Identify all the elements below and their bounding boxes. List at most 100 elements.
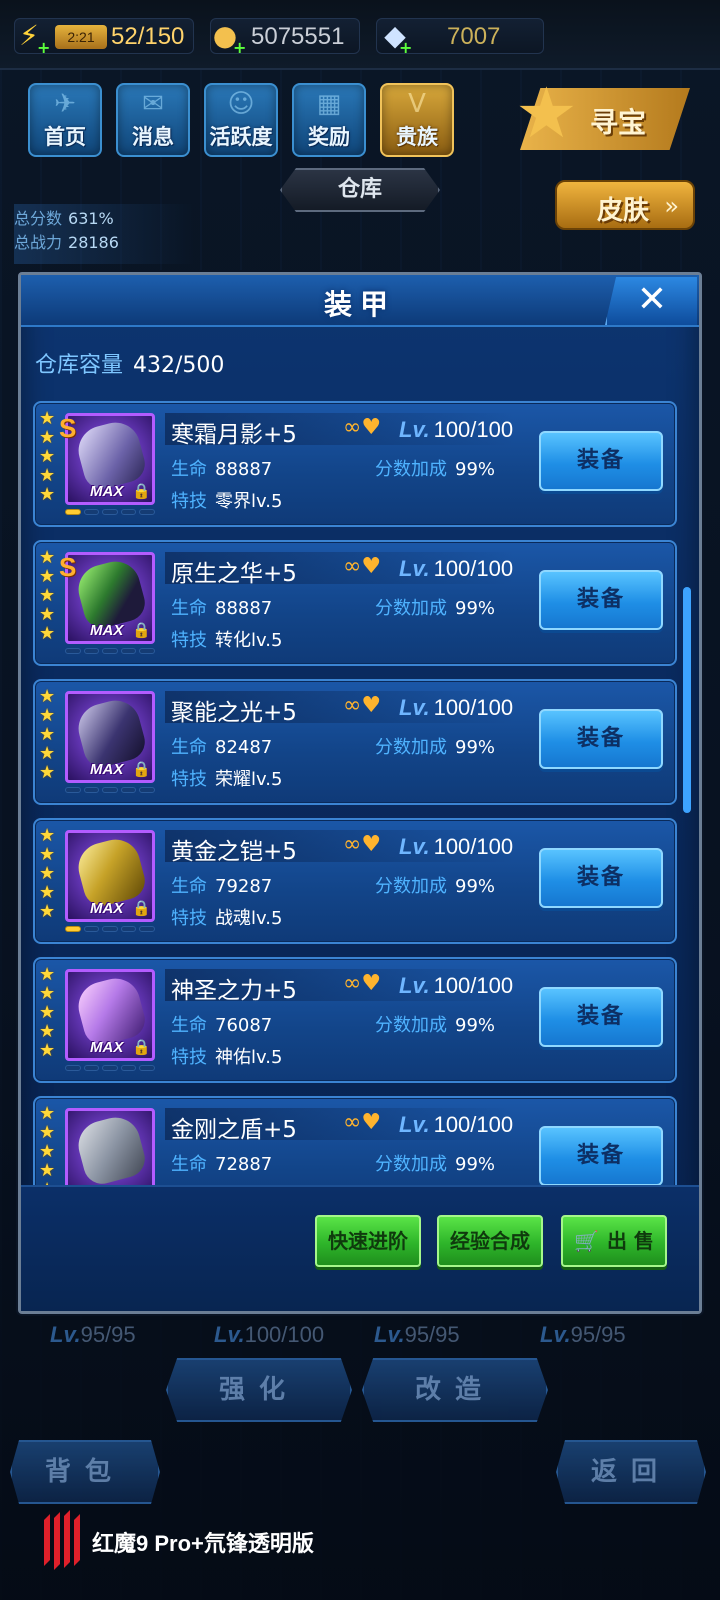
star-rating: ★★★★★: [39, 687, 61, 782]
resource-bar: ⚡ + 2:21 52/150 ● + 5075551 ◆ + 7007: [0, 0, 720, 70]
hp-row: 生命 88887: [171, 455, 272, 481]
star-icon: ★: [39, 743, 56, 764]
chevron-right-icon: »: [664, 192, 679, 220]
plus-icon[interactable]: +: [399, 40, 413, 56]
hp-label: 生命: [171, 459, 207, 480]
warehouse-capacity: 仓库容量 432/500: [35, 347, 224, 379]
bonus-row: 分数加成 99%: [375, 1150, 495, 1176]
close-button[interactable]: ✕: [605, 277, 697, 325]
armor-list[interactable]: MAX 🔒 ★ ★ ★ ★ ★ S 寒霜月影+5 ∞♥ Lv. 100/100 生命 88887 分数加成 9…: [33, 401, 689, 1185]
exp-merge-button[interactable]: 经验合成: [437, 1215, 543, 1267]
modify-button[interactable]: 改造: [362, 1358, 548, 1422]
upgrade-pips: [65, 787, 155, 795]
back-button[interactable]: 返回: [556, 1440, 706, 1504]
equip-button[interactable]: 装备: [539, 709, 663, 769]
skill-row: 特技 荣耀lv.5: [171, 765, 282, 791]
armor-name: 原生之华+5: [171, 561, 297, 587]
equip-button[interactable]: 装备: [539, 848, 663, 908]
armor-portrait[interactable]: [65, 1108, 155, 1185]
upgrade-pip: [83, 648, 100, 654]
level-value: 100/100: [433, 556, 514, 581]
level-value: 100/100: [433, 695, 514, 720]
warehouse-tab[interactable]: 仓库: [280, 168, 440, 212]
equip-button[interactable]: 装备: [539, 570, 663, 630]
armor-card[interactable]: MAX 🔒 ★ ★ ★ ★ ★ S 寒霜月影+5 ∞♥ Lv. 100/100 生命 88887 分数加成 9…: [33, 401, 677, 527]
lock-icon: 🔒: [132, 760, 151, 778]
scrollbar[interactable]: [683, 587, 691, 813]
armor-level: Lv. 100/100: [399, 1112, 513, 1138]
hp-label: 生命: [171, 598, 207, 619]
hp-label: 生命: [171, 1015, 207, 1036]
stamina-resource[interactable]: ⚡ + 2:21 52/150: [14, 18, 194, 56]
star-rating: ★★★★★: [39, 965, 61, 1060]
nav-vip-button[interactable]: V 贵族: [380, 83, 454, 157]
nav-rewards-button[interactable]: ▦ 奖励: [292, 83, 366, 157]
equip-button[interactable]: 装备: [539, 987, 663, 1047]
exp-merge-label: 经验合成: [450, 1229, 530, 1253]
equip-label: 装备: [576, 1004, 625, 1029]
equip-button[interactable]: 装备: [539, 1126, 663, 1185]
diamond-resource[interactable]: ◆ + 7007: [376, 18, 544, 56]
armor-portrait[interactable]: MAX 🔒: [65, 413, 155, 505]
level-prefix: Lv.: [399, 834, 430, 859]
bg-level-value: 95/95: [404, 1322, 460, 1347]
total-power-row: 总战力 28186: [14, 229, 119, 253]
equip-button[interactable]: 装备: [539, 431, 663, 491]
nav-home-button[interactable]: ✈ 首页: [28, 83, 102, 157]
plus-icon[interactable]: +: [37, 40, 51, 56]
armor-card[interactable]: MAX 🔒 ★ ★ ★ ★ ★ 神圣之力+5 ∞♥ Lv. 100/100 生命 76087 分数加成 99…: [33, 957, 677, 1083]
star-icon: ★: [39, 724, 56, 745]
quick-advance-button[interactable]: 快速进阶: [315, 1215, 421, 1267]
star-icon: ★: [39, 1122, 56, 1143]
link-wings-icon: ∞♥: [343, 554, 382, 579]
smile-icon: ☺: [227, 89, 255, 119]
skill-value: 神佑lv.5: [215, 1047, 283, 1068]
armor-portrait[interactable]: MAX 🔒: [65, 552, 155, 644]
skill-label: 特技: [171, 1047, 207, 1068]
upgrade-pip: [65, 509, 81, 515]
armor-portrait[interactable]: MAX 🔒: [65, 969, 155, 1061]
level-prefix: Lv.: [399, 973, 430, 998]
star-icon: ★: [39, 408, 56, 429]
enhance-button[interactable]: 强化: [166, 1358, 352, 1422]
backpack-button[interactable]: 背包: [10, 1440, 160, 1504]
upgrade-pip: [83, 787, 100, 793]
sell-button[interactable]: 🛒 出 售: [561, 1215, 667, 1267]
gold-resource[interactable]: ● + 5075551: [210, 18, 360, 56]
total-score-value: 631%: [68, 209, 114, 228]
link-wings-icon: ∞♥: [343, 971, 382, 996]
armor-card[interactable]: MAX 🔒 ★ ★ ★ ★ ★ S 原生之华+5 ∞♥ Lv. 100/100 生命 88887 分数加成 9…: [33, 540, 677, 666]
star-rating: ★★★★★: [39, 1104, 61, 1185]
stamina-value: 52/150: [111, 23, 185, 50]
nav-activity-button[interactable]: ☺ 活跃度: [204, 83, 278, 157]
gift-icon: ▦: [316, 89, 342, 119]
armor-card[interactable]: MAX 🔒 ★ ★ ★ ★ ★ 黄金之铠+5 ∞♥ Lv. 100/100 生命 79287 分数加成 99…: [33, 818, 677, 944]
star-icon: ★: [39, 1021, 56, 1042]
max-badge: MAX: [90, 622, 124, 639]
modal-header: 装甲 ✕: [21, 275, 699, 327]
star-icon: ★: [39, 1103, 56, 1124]
bonus-label: 分数加成: [375, 1154, 447, 1175]
total-power-label: 总战力: [14, 233, 63, 252]
hp-value: 88887: [215, 459, 273, 480]
armor-portrait[interactable]: MAX 🔒: [65, 830, 155, 922]
star-icon: ★: [39, 566, 56, 587]
skin-button[interactable]: 皮肤 »: [555, 180, 695, 230]
bg-level-prefix: Lv.: [50, 1322, 81, 1347]
armor-card[interactable]: ★★★★★ 金刚之盾+5 ∞♥ Lv.100/100 生命 72887 分数加成 99% 装备: [33, 1096, 677, 1185]
star-jet-icon: ★: [515, 72, 578, 154]
upgrade-pip: [102, 648, 118, 654]
equip-label: 装备: [576, 1143, 625, 1168]
star-icon: ★: [39, 585, 56, 606]
armor-card[interactable]: MAX 🔒 ★ ★ ★ ★ ★ 聚能之光+5 ∞♥ Lv. 100/100 生命 82487 分数加成 99…: [33, 679, 677, 805]
star-icon: ★: [39, 547, 56, 568]
nav-messages-button[interactable]: ✉ 消息: [116, 83, 190, 157]
bonus-label: 分数加成: [375, 1015, 447, 1036]
rank-badge: S: [59, 552, 77, 582]
level-value: 100/100: [433, 834, 514, 859]
star-icon: ★: [39, 1141, 56, 1162]
modify-label: 改造: [414, 1375, 495, 1405]
armor-portrait[interactable]: MAX 🔒: [65, 691, 155, 783]
plus-icon[interactable]: +: [233, 40, 247, 56]
back-label: 返回: [590, 1457, 671, 1487]
